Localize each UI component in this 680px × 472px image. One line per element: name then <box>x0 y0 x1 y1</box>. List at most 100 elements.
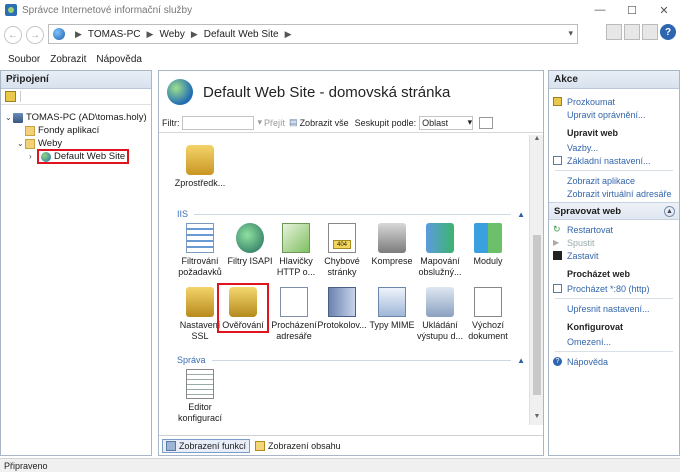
vertical-scrollbar[interactable]: ▲ ▼ <box>529 135 543 425</box>
globe-icon <box>41 151 51 162</box>
action-start[interactable]: ▶ Spustit <box>549 236 679 249</box>
action-bindings[interactable]: Vazby... <box>549 141 679 154</box>
forward-button[interactable]: → <box>26 26 44 44</box>
filter-input[interactable] <box>181 115 254 130</box>
filter-bar: Filtr: ▾ Přejít ▤ Zobrazit vše Seskupit … <box>159 113 543 133</box>
error-pages-icon: 404 <box>328 223 356 253</box>
action-help[interactable]: ? Nápověda <box>549 355 679 368</box>
show-all-button[interactable]: ▤ Zobrazit vše <box>289 117 349 128</box>
breadcrumb-site[interactable]: Default Web Site <box>204 29 279 40</box>
help-icon[interactable]: ? <box>660 24 676 40</box>
action-browse-80[interactable]: Procházet *:80 (http) <box>549 282 679 295</box>
action-edit-permissions-label: Upravit oprávnění... <box>567 109 646 120</box>
feature-mime-types-label: Typy MIME <box>369 320 415 330</box>
home-icon[interactable] <box>642 24 658 40</box>
breadcrumb-sites[interactable]: Weby <box>159 29 184 40</box>
features-view-icon <box>166 440 176 451</box>
action-limits[interactable]: Omezení... <box>549 335 679 348</box>
action-explore[interactable]: Prozkoumat <box>549 95 679 108</box>
tree-node-sites-label: Weby <box>38 138 63 149</box>
manage-site-section[interactable]: Spravovat web ▲ <box>549 202 679 220</box>
new-connection-icon[interactable] <box>5 91 16 102</box>
view-tabs: Zobrazení funkcí Zobrazení obsahu <box>159 435 543 455</box>
view-mode-icon[interactable] <box>479 116 494 129</box>
scroll-up-icon[interactable]: ▲ <box>530 135 544 147</box>
tree-node-app-pools[interactable]: Fondy aplikací <box>1 124 151 137</box>
action-restart-label: Restartovat <box>567 224 614 235</box>
configure-heading: Konfigurovat <box>567 322 623 332</box>
feature-directory-browsing[interactable]: Procházení adresáře <box>267 287 321 342</box>
address-path[interactable]: ▶ TOMAS-PC ▶ Weby ▶ Default Web Site ▶ ▾ <box>48 24 578 44</box>
feature-modules[interactable]: Moduly <box>461 223 515 267</box>
tab-features-view[interactable]: Zobrazení funkcí <box>162 438 251 453</box>
feature-authentication[interactable]: Ověřování <box>217 283 269 333</box>
refresh-icon[interactable] <box>624 24 640 40</box>
action-start-label: Spustit <box>567 237 595 248</box>
chevron-down-icon[interactable]: ⌄ <box>5 113 13 122</box>
feature-request-filtering[interactable]: Filtrování požadavků <box>173 223 227 278</box>
feature-compression[interactable]: Komprese <box>365 223 419 267</box>
feature-handler-mappings[interactable]: Mapování obslužný... <box>413 223 467 278</box>
app-pools-icon <box>25 125 35 136</box>
section-management[interactable]: Správa ▲ <box>177 355 525 365</box>
menu-bar: Soubor Zobrazit Nápověda <box>0 50 680 68</box>
browse-site-heading: Procházet web <box>567 269 631 279</box>
action-stop[interactable]: Zastavit <box>549 249 679 262</box>
go-button[interactable]: ▾ Přejít <box>258 117 286 128</box>
menu-view[interactable]: Zobrazit <box>50 54 86 65</box>
feature-default-document-label: Výchozí dokument <box>468 320 508 341</box>
action-stop-label: Zastavit <box>567 250 599 261</box>
server-icon <box>13 112 23 123</box>
feature-config-editor[interactable]: Editor konfigurací <box>173 369 227 424</box>
feature-output-caching[interactable]: Ukládání výstupu d... <box>413 287 467 342</box>
tree-node-default-site[interactable]: › Default Web Site <box>1 149 151 164</box>
chevron-up-icon[interactable]: ▲ <box>517 210 525 219</box>
connections-toolbar <box>1 89 151 105</box>
chevron-down-icon[interactable]: ▾ <box>568 28 573 39</box>
scroll-thumb[interactable] <box>533 235 541 395</box>
close-button[interactable]: ✕ <box>648 0 680 20</box>
back-button[interactable]: ← <box>4 26 22 44</box>
tab-content-view[interactable]: Zobrazení obsahu <box>252 440 344 452</box>
group-by-select[interactable]: Oblast ▾ <box>419 115 474 130</box>
stop-icon[interactable] <box>606 24 622 40</box>
breadcrumb-server[interactable]: TOMAS-PC <box>88 29 141 40</box>
action-view-applications-label: Zobrazit aplikace <box>567 175 636 186</box>
basic-settings-icon <box>553 156 562 165</box>
connections-panel: Připojení ⌄ TOMAS-PC (AD\tomas.holy) Fon… <box>0 70 152 456</box>
section-iis[interactable]: IIS ▲ <box>177 209 525 219</box>
action-view-applications[interactable]: Zobrazit aplikace <box>549 174 679 187</box>
chevron-down-icon[interactable]: ⌄ <box>17 139 25 148</box>
feature-logging[interactable]: Protokolov... <box>315 287 369 331</box>
content-view-icon <box>255 440 266 451</box>
feature-compression-label: Komprese <box>371 256 413 266</box>
isapi-filters-icon <box>236 223 264 253</box>
maximize-button[interactable]: ☐ <box>616 0 648 20</box>
menu-help[interactable]: Nápověda <box>96 54 142 65</box>
action-edit-permissions[interactable]: Upravit oprávnění... <box>549 108 679 121</box>
actions-panel: Akce Prozkoumat Upravit oprávnění... Upr… <box>548 70 680 456</box>
chevron-right-icon: ▶ <box>75 28 82 39</box>
action-view-virtual-dirs[interactable]: Zobrazit virtuální adresáře <box>549 187 679 200</box>
action-advanced-settings[interactable]: Upřesnit nastavení... <box>549 302 679 315</box>
tab-content-view-label: Zobrazení obsahu <box>268 440 341 451</box>
action-restart[interactable]: ↻ Restartovat <box>549 223 679 236</box>
chevron-up-icon[interactable]: ▲ <box>517 356 525 365</box>
feature-delegation[interactable]: Zprostředk... <box>173 145 227 189</box>
connections-header: Připojení <box>1 71 151 89</box>
collapse-icon[interactable]: ▲ <box>664 206 675 217</box>
chevron-right-icon[interactable]: › <box>29 152 37 161</box>
feature-error-pages[interactable]: 404 Chybové stránky <box>315 223 369 278</box>
action-basic-settings[interactable]: Základní nastavení... <box>549 154 679 167</box>
menu-file[interactable]: Soubor <box>8 54 40 65</box>
feature-default-document[interactable]: Výchozí dokument <box>461 287 515 342</box>
scroll-down-icon[interactable]: ▼ <box>530 413 544 425</box>
feature-mime-types[interactable]: Typy MIME <box>365 287 419 331</box>
address-bar: ← → ▶ TOMAS-PC ▶ Weby ▶ Default Web Site… <box>0 20 680 50</box>
minimize-button[interactable]: — <box>584 0 616 20</box>
tree-node-server[interactable]: ⌄ TOMAS-PC (AD\tomas.holy) <box>1 111 151 124</box>
tree-node-app-pools-label: Fondy aplikací <box>38 125 100 136</box>
http-headers-icon <box>282 223 310 253</box>
ssl-icon <box>186 287 214 317</box>
action-explore-label: Prozkoumat <box>567 96 616 107</box>
